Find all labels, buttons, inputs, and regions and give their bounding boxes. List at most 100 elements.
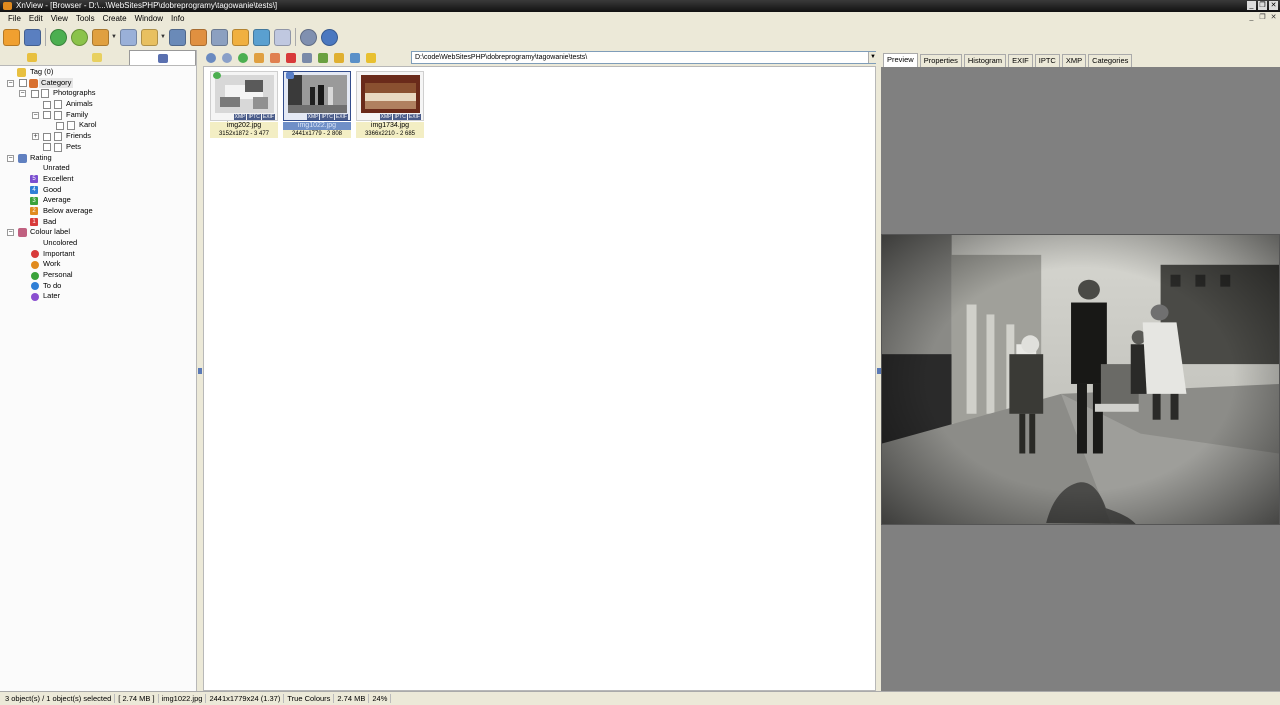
checkbox[interactable]: [56, 121, 64, 130]
capture-icon[interactable]: [210, 28, 228, 46]
menu-create[interactable]: Create: [99, 14, 131, 23]
tree-item-uncolored[interactable]: Uncolored: [0, 238, 196, 249]
convert-icon[interactable]: [189, 28, 207, 46]
gear-icon[interactable]: [299, 28, 317, 46]
tree-item-important[interactable]: Important: [0, 249, 196, 260]
preview-area[interactable]: [881, 67, 1280, 691]
tree-item-animals[interactable]: Animals: [0, 99, 196, 110]
thumbnail-item[interactable]: XMP IPTC EXIF img1734.jpg 3366x2210 - 2 …: [356, 71, 424, 139]
doc-minimize-button[interactable]: _: [1247, 13, 1256, 22]
collapse-arrow-icon[interactable]: [198, 368, 202, 374]
tree-item-bad[interactable]: 1 Bad: [0, 217, 196, 228]
thumbnail-item-selected[interactable]: XMP IPTC EXIF img1022.jpg 2441x1779 - 2 …: [283, 71, 351, 139]
menu-view[interactable]: View: [47, 14, 72, 23]
forward-icon[interactable]: [222, 52, 232, 63]
checkbox[interactable]: [19, 79, 27, 88]
tree-item-category[interactable]: − Category: [0, 77, 196, 89]
sort-icon[interactable]: [318, 52, 328, 63]
toolbar-separator: [45, 28, 46, 46]
tree-item-todo[interactable]: To do: [0, 281, 196, 292]
view-mode-icon[interactable]: [302, 52, 312, 63]
menu-file[interactable]: File: [4, 14, 25, 23]
tree-item-rating[interactable]: − Rating: [0, 153, 196, 164]
print-icon[interactable]: [119, 28, 137, 46]
tree-item-average[interactable]: 3 Average: [0, 195, 196, 206]
refresh-icon[interactable]: [350, 52, 360, 63]
rename-icon[interactable]: [270, 52, 280, 63]
colour-label-icon: [18, 228, 27, 238]
tree-item-friends[interactable]: + Friends: [0, 131, 196, 142]
chevron-down-icon[interactable]: ▼: [160, 34, 166, 40]
favorites-star-icon[interactable]: [366, 52, 376, 63]
menu-window[interactable]: Window: [131, 14, 167, 23]
checkbox[interactable]: [43, 100, 51, 109]
multipage-icon[interactable]: [273, 28, 291, 46]
tree-item-photographs[interactable]: − Photographs: [0, 88, 196, 99]
restore-button[interactable]: ❐: [1258, 1, 1267, 10]
back-icon[interactable]: [206, 52, 216, 63]
tree-item-karol[interactable]: Karol: [0, 120, 196, 131]
checkbox[interactable]: [43, 132, 51, 141]
info-icon[interactable]: [320, 28, 338, 46]
document-icon: [54, 142, 62, 152]
tab-properties[interactable]: Properties: [919, 54, 962, 67]
menu-edit[interactable]: Edit: [25, 14, 47, 23]
menu-tools[interactable]: Tools: [72, 14, 99, 23]
tree-item-unrated[interactable]: Unrated: [0, 163, 196, 174]
tree-item-tag[interactable]: Tag (0): [0, 67, 196, 78]
tree-item-pets[interactable]: Pets: [0, 142, 196, 153]
web-icon[interactable]: [252, 28, 270, 46]
tree-item-excellent[interactable]: 5 Excellent: [0, 174, 196, 185]
address-field[interactable]: D:\code\WebSitesPHP\dobreprogramy\tagowa…: [411, 51, 878, 64]
tab-iptc[interactable]: IPTC: [1034, 54, 1060, 67]
doc-close-button[interactable]: ✕: [1269, 13, 1278, 22]
tree-item-family[interactable]: − Family: [0, 110, 196, 121]
rating-1-icon: 1: [30, 218, 38, 227]
binoculars-icon[interactable]: [168, 28, 186, 46]
delete-icon[interactable]: [286, 52, 296, 63]
close-button[interactable]: ✕: [1269, 1, 1278, 10]
tab-preview[interactable]: Preview: [883, 53, 918, 67]
chevron-down-icon[interactable]: ▼: [111, 34, 117, 40]
tab-categories[interactable]: Categories: [1088, 54, 1133, 67]
filter-icon[interactable]: [334, 52, 344, 63]
xnview-app-icon[interactable]: [3, 2, 12, 10]
tree-item-good[interactable]: 4 Good: [0, 185, 196, 196]
tab-favorites[interactable]: [65, 50, 130, 65]
collapse-icon[interactable]: −: [7, 154, 14, 162]
thumbnail-frame: XMP IPTC EXIF: [356, 71, 424, 121]
tab-xmp[interactable]: XMP: [1061, 54, 1087, 67]
fullscreen-icon[interactable]: [24, 28, 41, 46]
tree-item-personal[interactable]: Personal: [0, 270, 196, 281]
expand-icon[interactable]: +: [32, 133, 39, 141]
status-zoom: 24%: [369, 694, 392, 703]
collapse-icon[interactable]: −: [19, 90, 26, 98]
collapse-icon[interactable]: −: [7, 229, 14, 237]
open-icon[interactable]: [3, 28, 20, 46]
refresh-icon[interactable]: [50, 28, 67, 46]
folder-icon[interactable]: [140, 28, 158, 46]
tab-folders[interactable]: [0, 50, 65, 65]
tree-item-work[interactable]: Work: [0, 259, 196, 270]
up-icon[interactable]: [238, 52, 248, 63]
image-tools-icon[interactable]: [92, 28, 109, 46]
checkbox[interactable]: [43, 111, 51, 120]
collapse-icon[interactable]: −: [7, 79, 14, 87]
minimize-button[interactable]: _: [1247, 1, 1256, 10]
preview-image[interactable]: [881, 234, 1280, 525]
tab-exif[interactable]: EXIF: [1008, 54, 1033, 67]
thumbnail-item[interactable]: XMP IPTC EXIF img202.jpg 3152x1872 - 3 4…: [210, 71, 278, 139]
tree-item-below-average[interactable]: 2 Below average: [0, 206, 196, 217]
tab-histogram[interactable]: Histogram: [963, 54, 1007, 67]
checkbox[interactable]: [43, 143, 51, 152]
checkbox[interactable]: [31, 89, 39, 98]
slideshow-icon[interactable]: [231, 28, 249, 46]
tree-item-later[interactable]: Later: [0, 291, 196, 302]
new-folder-icon[interactable]: [254, 52, 264, 63]
collapse-icon[interactable]: −: [32, 111, 39, 119]
tree-item-colour-label[interactable]: − Colour label: [0, 227, 196, 238]
menu-info[interactable]: Info: [167, 14, 188, 23]
tab-categories[interactable]: [129, 50, 197, 65]
doc-restore-button[interactable]: ❐: [1258, 13, 1267, 22]
rotate-icon[interactable]: [71, 28, 88, 46]
